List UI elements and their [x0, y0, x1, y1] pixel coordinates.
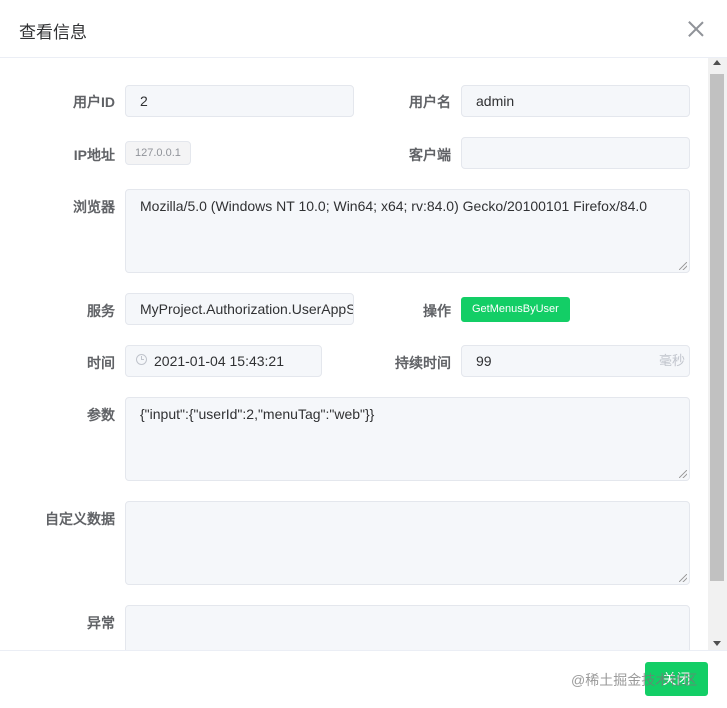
- resize-handle-icon[interactable]: [679, 470, 687, 478]
- params-textarea[interactable]: {"input":{"userId":2,"menuTag":"web"}}: [125, 397, 690, 481]
- params-value: {"input":{"userId":2,"menuTag":"web"}}: [140, 406, 375, 422]
- duration-label: 持续时间: [395, 355, 451, 371]
- resize-handle-icon[interactable]: [679, 574, 687, 582]
- client-field[interactable]: [461, 137, 690, 169]
- username-field[interactable]: admin: [461, 85, 690, 117]
- duration-field[interactable]: 99 毫秒: [461, 345, 690, 377]
- dialog-title: 查看信息: [19, 23, 87, 42]
- ip-label: IP地址: [73, 147, 115, 163]
- custom-data-label: 自定义数据: [45, 511, 115, 527]
- exception-label: 异常: [87, 615, 115, 631]
- vertical-scrollbar[interactable]: [708, 58, 727, 650]
- custom-data-textarea[interactable]: [125, 501, 690, 585]
- user-id-label: 用户ID: [73, 94, 115, 110]
- operation-label: 操作: [423, 303, 451, 319]
- client-label: 客户端: [409, 147, 451, 163]
- resize-handle-icon[interactable]: [679, 262, 687, 270]
- dialog-header: 查看信息: [0, 0, 727, 58]
- view-info-dialog: 查看信息 用户ID 2 用户名 admin IP地址 127.0.0.1 客户端…: [0, 0, 727, 708]
- time-field[interactable]: 2021-01-04 15:43:21: [125, 345, 322, 377]
- scroll-thumb[interactable]: [710, 74, 724, 581]
- params-label: 参数: [87, 407, 115, 423]
- time-label: 时间: [87, 355, 115, 371]
- browser-label: 浏览器: [73, 199, 115, 215]
- duration-unit: 毫秒: [658, 353, 685, 368]
- dialog-footer: 关闭 @稀土掘金技术社区: [0, 650, 727, 708]
- scroll-up-arrow-icon[interactable]: [713, 60, 721, 65]
- username-label: 用户名: [409, 94, 451, 110]
- operation-tag: GetMenusByUser: [461, 297, 570, 322]
- watermark: @稀土掘金技术社区: [571, 672, 698, 688]
- close-icon[interactable]: [686, 19, 706, 39]
- exception-textarea[interactable]: [125, 605, 690, 650]
- duration-value: 99: [476, 353, 492, 369]
- scroll-down-arrow-icon[interactable]: [713, 641, 721, 646]
- ip-tag: 127.0.0.1: [125, 141, 191, 165]
- service-label: 服务: [87, 303, 115, 319]
- service-field[interactable]: MyProject.Authorization.UserAppS: [125, 293, 354, 325]
- time-value: 2021-01-04 15:43:21: [154, 353, 284, 369]
- dialog-body[interactable]: 用户ID 2 用户名 admin IP地址 127.0.0.1 客户端 浏览器 …: [0, 58, 708, 650]
- clock-icon: [136, 354, 147, 365]
- browser-textarea[interactable]: Mozilla/5.0 (Windows NT 10.0; Win64; x64…: [125, 189, 690, 273]
- browser-value: Mozilla/5.0 (Windows NT 10.0; Win64; x64…: [140, 198, 648, 214]
- user-id-field[interactable]: 2: [125, 85, 354, 117]
